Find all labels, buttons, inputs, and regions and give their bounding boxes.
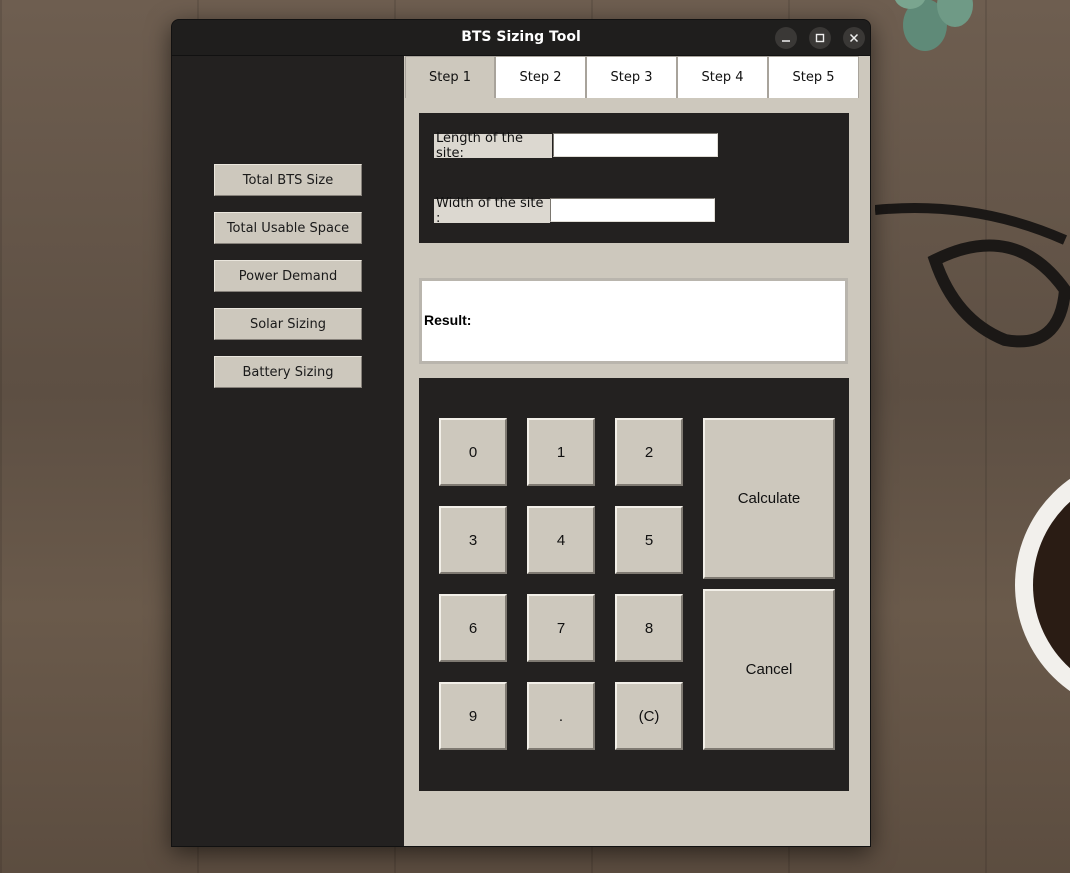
key-9[interactable]: 9 bbox=[439, 682, 507, 750]
total-bts-size-button[interactable]: Total BTS Size bbox=[214, 164, 362, 196]
key-5[interactable]: 5 bbox=[615, 506, 683, 574]
width-input[interactable] bbox=[550, 198, 715, 222]
length-label: Length of the site: bbox=[434, 131, 552, 161]
key-4[interactable]: 4 bbox=[527, 506, 595, 574]
app-window: BTS Sizing Tool Total BTS Size Total Usa… bbox=[171, 19, 871, 847]
sidebar: Total BTS Size Total Usable Space Power … bbox=[172, 56, 404, 846]
minimize-icon bbox=[782, 40, 790, 42]
tab-step-1[interactable]: Step 1 bbox=[405, 56, 495, 98]
key-8[interactable]: 8 bbox=[615, 594, 683, 662]
length-input[interactable] bbox=[553, 133, 718, 157]
key-2[interactable]: 2 bbox=[615, 418, 683, 486]
calculate-button[interactable]: Calculate bbox=[703, 418, 835, 579]
plant-decoration bbox=[895, 0, 973, 51]
result-display: Result: bbox=[419, 278, 848, 364]
cancel-button[interactable]: Cancel bbox=[703, 589, 835, 750]
solar-sizing-button[interactable]: Solar Sizing bbox=[214, 308, 362, 340]
tab-step-3[interactable]: Step 3 bbox=[586, 56, 677, 98]
window-title: BTS Sizing Tool bbox=[461, 29, 581, 45]
site-dimensions-panel: Length of the site: Width of the site : bbox=[419, 113, 849, 243]
tab-step-4[interactable]: Step 4 bbox=[677, 56, 768, 98]
result-label: Result: bbox=[424, 312, 472, 328]
maximize-button[interactable] bbox=[809, 27, 831, 49]
keypad-panel: 0 1 2 3 4 5 6 7 8 9 . (C) Calculate Canc… bbox=[419, 378, 849, 791]
close-button[interactable] bbox=[843, 27, 865, 49]
key-1[interactable]: 1 bbox=[527, 418, 595, 486]
title-bar[interactable]: BTS Sizing Tool bbox=[172, 20, 870, 56]
key-clear[interactable]: (C) bbox=[615, 682, 683, 750]
tab-step-2[interactable]: Step 2 bbox=[495, 56, 586, 98]
close-icon bbox=[849, 33, 859, 43]
key-decimal[interactable]: . bbox=[527, 682, 595, 750]
key-7[interactable]: 7 bbox=[527, 594, 595, 662]
power-demand-button[interactable]: Power Demand bbox=[214, 260, 362, 292]
key-0[interactable]: 0 bbox=[439, 418, 507, 486]
key-3[interactable]: 3 bbox=[439, 506, 507, 574]
coffee-cup-decoration bbox=[1015, 478, 1070, 692]
battery-sizing-button[interactable]: Battery Sizing bbox=[214, 356, 362, 388]
key-6[interactable]: 6 bbox=[439, 594, 507, 662]
width-label: Width of the site : bbox=[434, 196, 550, 226]
main-content: Step 1 Step 2 Step 3 Step 4 Step 5 Lengt… bbox=[404, 56, 870, 846]
total-usable-space-button[interactable]: Total Usable Space bbox=[214, 212, 362, 244]
minimize-button[interactable] bbox=[775, 27, 797, 49]
glasses-decoration bbox=[875, 203, 1070, 348]
tab-step-5[interactable]: Step 5 bbox=[768, 56, 859, 98]
maximize-icon bbox=[815, 33, 825, 43]
